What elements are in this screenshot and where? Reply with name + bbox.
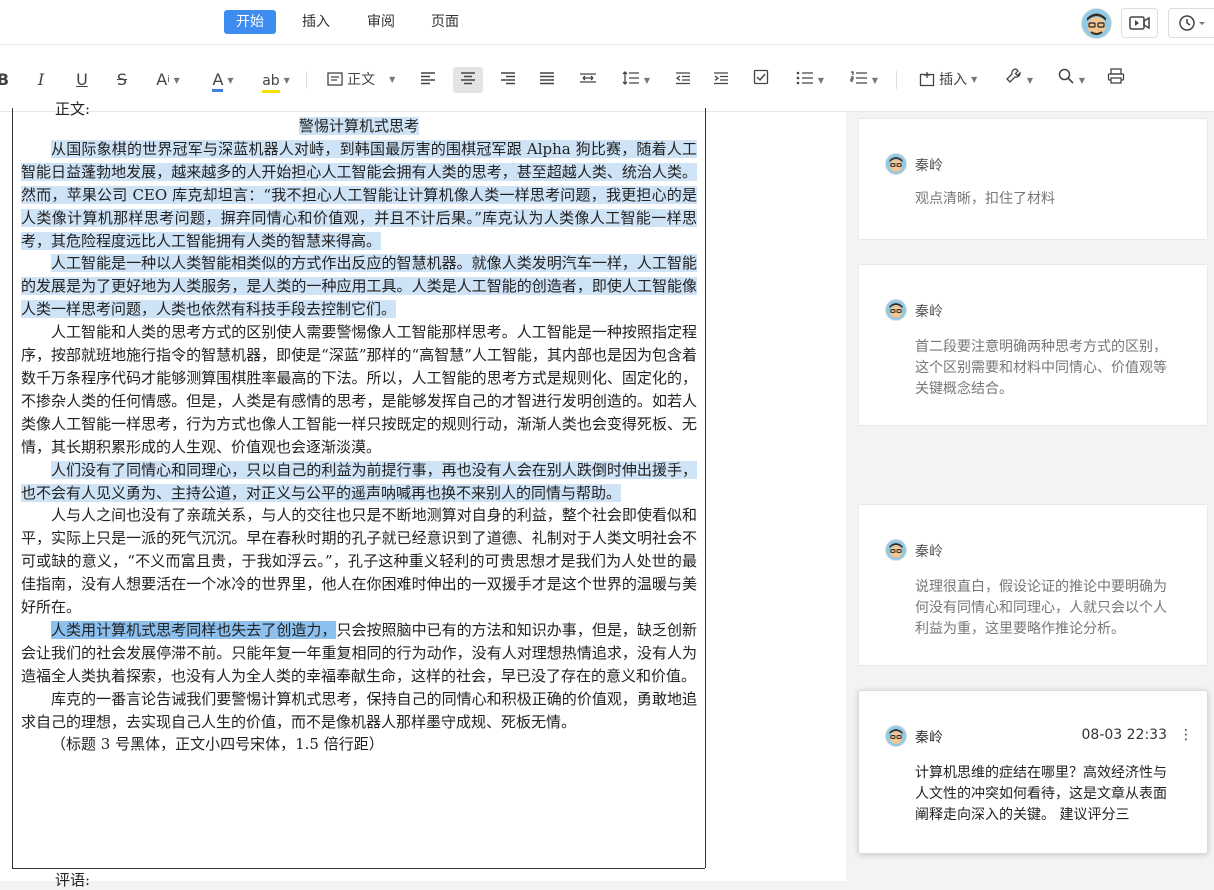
document-title: 警惕计算机式思考 xyxy=(298,117,419,135)
highlighted-sentence: 人类用计算机式思考同样也失去了创造力， xyxy=(51,620,337,639)
insert-button[interactable]: 插入 ▼ xyxy=(910,67,986,93)
font-color-icon: A xyxy=(212,71,224,92)
paragraph-1: 从国际象棋的世界冠军与深蓝机器人对峙，到韩国最厉害的围棋冠军跟 Alpha 狗比… xyxy=(21,139,697,250)
style-icon xyxy=(327,72,343,86)
align-right-button[interactable] xyxy=(497,67,519,93)
align-right-icon xyxy=(501,72,515,85)
tab-page[interactable]: 页面 xyxy=(419,10,471,34)
strikethrough-button[interactable]: S xyxy=(113,67,131,93)
video-icon xyxy=(1129,16,1150,30)
comments-panel: 秦岭 观点清晰，扣住了材料 秦岭 首二段要注意明确两种思考方式的区别，这个区别需… xyxy=(846,112,1214,881)
format-note: （标题 3 号黑体，正文小四号宋体，1.5 倍行距） xyxy=(51,735,384,754)
avatar-face-icon xyxy=(886,540,906,560)
highlight-icon: ab xyxy=(262,72,280,93)
comment-author: 秦岭 xyxy=(915,158,943,174)
distribute-button[interactable] xyxy=(576,67,600,93)
tab-review[interactable]: 审阅 xyxy=(355,10,407,34)
highlight-button[interactable]: ab ▼ xyxy=(256,67,296,93)
comment-author: 秦岭 xyxy=(915,304,943,320)
outdent-button[interactable] xyxy=(672,67,694,93)
insert-label: 插入 xyxy=(939,72,968,88)
distribute-icon xyxy=(580,73,596,83)
document-body[interactable]: 警惕计算机式思考 从国际象棋的世界冠军与深蓝机器人对峙，到韩国最厉害的围棋冠军跟… xyxy=(21,104,697,756)
comment-text: 观点清晰，扣住了材料 xyxy=(915,191,1055,207)
page-border-bottom xyxy=(12,868,705,869)
underline-button[interactable]: U xyxy=(73,67,91,93)
comment-avatar xyxy=(885,299,907,321)
user-avatar[interactable] xyxy=(1081,8,1112,39)
tab-start[interactable]: 开始 xyxy=(224,10,276,34)
comment-card-3[interactable]: 秦岭 说理很直白，假设论证的推论中要明确为何没有同情心和同理心，人就只会以个人利… xyxy=(858,504,1208,666)
comment-avatar xyxy=(885,725,907,747)
avatar-face-icon xyxy=(886,300,906,320)
paragraph-style-label: 正文 xyxy=(347,72,376,88)
toolbar-divider xyxy=(896,71,897,89)
paragraph-style-select[interactable]: 正文 ▼ xyxy=(320,67,402,93)
history-button[interactable] xyxy=(1168,8,1214,38)
comment-author: 秦岭 xyxy=(915,730,943,746)
top-bar: 开始 插入 审阅 页面 xyxy=(0,0,1214,45)
comment-text: 首二段要注意明确两种思考方式的区别，这个区别需要和材料中同情心、价值观等关键概念… xyxy=(915,339,1167,397)
checkbox-icon xyxy=(753,69,769,85)
bullet-list-icon xyxy=(796,71,813,85)
toolbar-divider xyxy=(306,71,307,89)
paragraph-2: 人工智能是一种以人类智能相类似的方式作出反应的智慧机器。就像人类发明汽车一样，人… xyxy=(21,254,697,319)
indent-icon xyxy=(714,72,728,85)
comment-author: 秦岭 xyxy=(915,544,943,560)
font-color-button[interactable]: A ▼ xyxy=(204,67,242,93)
tools-button[interactable]: ▼ xyxy=(1000,67,1038,93)
numbered-list-button[interactable]: ▼ xyxy=(844,67,884,93)
search-button[interactable]: ▼ xyxy=(1052,67,1090,93)
comment-card-4[interactable]: 秦岭 08-03 22:33 ⋮ 计算机思维的症结在哪里？高效经济性与人文性的冲… xyxy=(858,690,1208,854)
indent-button[interactable] xyxy=(710,67,732,93)
checklist-button[interactable] xyxy=(750,67,772,93)
paragraph-5: 人与人之间也没有了亲疏关系，与人的交往也只是不断地测算对自身的利益，整个社会即使… xyxy=(21,506,697,617)
comment-avatar xyxy=(885,539,907,561)
paragraph-3: 人工智能和人类的思考方式的区别使人需要警惕像人工智能那样思考。人工智能是一种按照… xyxy=(21,323,697,456)
align-left-icon xyxy=(421,72,435,85)
search-icon xyxy=(1058,68,1074,84)
paragraph-7: 库克的一番言论告诫我们要警惕计算机式思考，保持自己的同情心和积极正确的价值观，勇… xyxy=(21,689,697,731)
comment-text: 计算机思维的症结在哪里？高效经济性与人文性的冲突如何看待，这是文章从表面阐释走向… xyxy=(915,765,1167,823)
bold-button[interactable]: B xyxy=(0,67,10,93)
tab-insert[interactable]: 插入 xyxy=(290,10,342,34)
line-spacing-button[interactable]: ▼ xyxy=(614,67,658,93)
justify-icon xyxy=(540,72,554,85)
font-size-icon: A xyxy=(156,70,168,89)
numbered-list-icon xyxy=(850,71,867,84)
video-button[interactable] xyxy=(1121,8,1158,38)
bullet-list-button[interactable]: ▼ xyxy=(790,67,830,93)
align-left-button[interactable] xyxy=(417,67,439,93)
avatar-face-icon xyxy=(886,154,906,174)
avatar-face-icon xyxy=(886,726,906,746)
cut-off-label-bottom: 评语: xyxy=(55,871,91,889)
clock-icon xyxy=(1179,15,1205,31)
align-center-icon xyxy=(461,72,475,85)
justify-button[interactable] xyxy=(536,67,558,93)
wrench-icon xyxy=(1006,68,1021,83)
format-toolbar: B I U S Ai ▼ A ▼ ab ▼ 正文 ▼ ▼ ▼ ▼ 插入 ▼ ▼ … xyxy=(0,45,1214,112)
comment-time: 08-03 22:33 xyxy=(1081,727,1167,743)
print-button[interactable] xyxy=(1105,67,1127,93)
align-center-button[interactable] xyxy=(453,67,483,93)
more-options-icon[interactable]: ⋮ xyxy=(1179,727,1193,743)
printer-icon xyxy=(1107,68,1125,84)
comment-card-2[interactable]: 秦岭 首二段要注意明确两种思考方式的区别，这个区别需要和材料中同情心、价值观等关… xyxy=(858,264,1208,426)
insert-icon xyxy=(919,72,934,87)
avatar-face-icon xyxy=(1082,9,1111,38)
paragraph-4: 人们没有了同情心和同理心，只以自己的利益为前提行事，再也没有人会在别人跌倒时伸出… xyxy=(21,460,697,502)
comment-card-1[interactable]: 秦岭 观点清晰，扣住了材料 xyxy=(858,118,1208,240)
outdent-icon xyxy=(675,72,690,85)
line-spacing-icon xyxy=(622,71,639,85)
paragraph-6: 人类用计算机式思考同样也失去了创造力，只会按照脑中已有的方法和知识办事，但是，缺… xyxy=(21,620,697,685)
comment-text: 说理很直白，假设论证的推论中要明确为何没有同情心和同理心，人就只会以个人利益为重… xyxy=(915,579,1167,637)
italic-button[interactable]: I xyxy=(33,67,49,93)
comment-avatar xyxy=(885,153,907,175)
document-canvas[interactable]: 正文: 警惕计算机式思考 从国际象棋的世界冠军与深蓝机器人对峙，到韩国最厉害的围… xyxy=(0,100,846,889)
font-size-button[interactable]: Ai ▼ xyxy=(152,67,184,93)
